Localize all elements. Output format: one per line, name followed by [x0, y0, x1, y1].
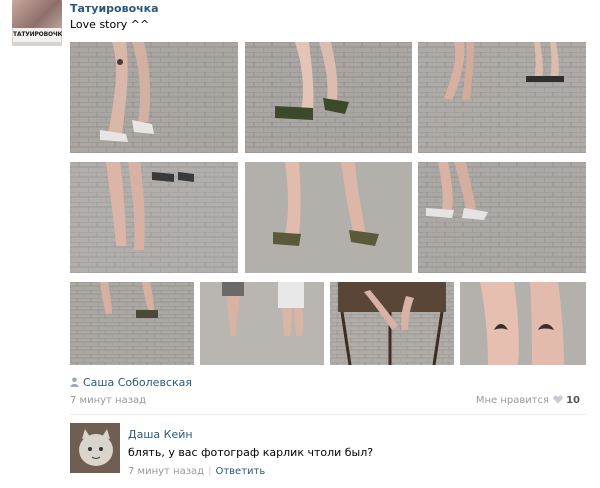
post-text: Love story ^^ [70, 18, 150, 31]
like-label: Мне нравится [475, 395, 550, 406]
comment-meta-separator: | [208, 466, 212, 477]
comments-divider [70, 414, 586, 415]
photo-9[interactable] [330, 282, 454, 365]
photo-5[interactable] [245, 162, 412, 273]
photo-7[interactable] [70, 282, 194, 365]
comment-meta: 7 минут назад | Ответить [128, 466, 265, 477]
commenter-avatar[interactable] [70, 423, 120, 473]
avatar-logo-text: ТАТУИРОВОЧКА [13, 28, 62, 42]
photo-6[interactable] [418, 162, 586, 273]
group-name-link[interactable]: Татуировочка [70, 2, 159, 15]
like-button[interactable]: Мне нравится 10 [476, 395, 580, 406]
comment-text: блять, у вас фотограф карлик чтоли был? [128, 446, 374, 459]
photo-8[interactable] [200, 282, 324, 365]
group-avatar[interactable]: ТАТУИРОВОЧКА [12, 0, 62, 46]
like-count: 10 [566, 395, 580, 406]
photo-1[interactable] [70, 42, 238, 153]
photo-3[interactable] [418, 42, 586, 153]
photo-4[interactable] [70, 162, 238, 273]
post-time[interactable]: 7 минут назад [70, 395, 146, 406]
heart-icon [553, 395, 563, 404]
author-row[interactable]: Саша Соболевская [70, 376, 192, 389]
commenter-name[interactable]: Даша Кейн [128, 428, 193, 441]
person-icon [70, 377, 79, 387]
comment-time[interactable]: 7 минут назад [128, 466, 204, 477]
avatar-image [12, 0, 62, 28]
author-name[interactable]: Саша Соболевская [83, 376, 192, 389]
photo-10[interactable] [460, 282, 586, 365]
reply-link[interactable]: Ответить [215, 466, 265, 477]
photo-2[interactable] [245, 42, 412, 153]
